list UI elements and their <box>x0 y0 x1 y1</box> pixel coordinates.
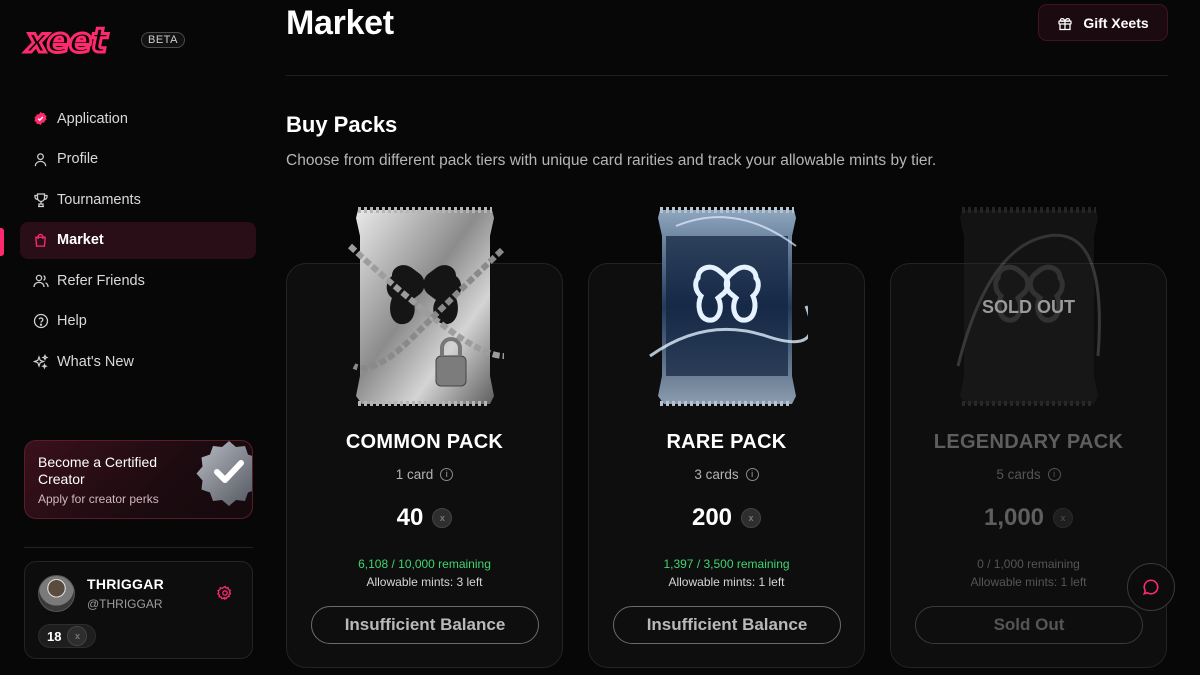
sidebar-item-profile[interactable]: Profile <box>20 141 256 178</box>
rare-pack-image <box>648 207 808 406</box>
verified-badge-icon <box>196 441 252 506</box>
pack-name: LEGENDARY PACK <box>933 431 1124 453</box>
gift-button-label: Gift Xeets <box>1083 14 1149 31</box>
card-count-text: 1 card <box>395 467 434 482</box>
xeet-coin-icon: x <box>67 626 88 646</box>
pack-price: 200 x <box>589 504 864 532</box>
sold-out-overlay: SOLD OUT <box>982 297 1075 317</box>
sidebar-item-whats-new[interactable]: What's New <box>20 344 256 381</box>
info-icon[interactable]: i <box>745 468 759 481</box>
pack-card-common: COMMON PACK 1 card i 40 x 6,108 / 10,000… <box>286 207 563 668</box>
become-creator-card[interactable]: Become a Certified Creator Apply for cre… <box>24 440 253 519</box>
creator-card-subtitle: Apply for creator perks <box>38 492 159 506</box>
user-handle: @THRIGGAR <box>87 597 163 611</box>
pack-remaining: 6,108 / 10,000 remaining <box>358 557 491 571</box>
active-indicator <box>0 228 4 256</box>
sidebar-item-label: Application <box>57 110 128 127</box>
pack-remaining: 0 / 1,000 remaining <box>977 557 1080 571</box>
logo-text: xeet <box>24 21 108 61</box>
pack-remaining: 1,397 / 3,500 remaining <box>663 557 790 571</box>
xeet-logo[interactable]: xeet <box>24 21 108 61</box>
pack-allowable-mints: Allowable mints: 3 left <box>366 575 483 589</box>
user-name: THRIGGAR <box>87 576 165 592</box>
shopping-bag-icon <box>32 232 49 249</box>
chat-button[interactable] <box>1127 563 1175 611</box>
xeet-coin-icon: x <box>432 508 453 528</box>
gift-xeets-button[interactable]: Gift Xeets <box>1038 4 1168 41</box>
sidebar-item-label: Tournaments <box>57 191 141 208</box>
gear-icon[interactable] <box>217 585 233 601</box>
balance-value: 18 <box>47 628 62 644</box>
sidebar-item-label: Help <box>57 313 87 330</box>
sidebar-nav: Application Profile Tournaments Market R… <box>20 100 256 384</box>
pack-card-count: 5 cards i <box>891 467 1166 482</box>
help-circle-icon <box>32 313 49 330</box>
user-icon <box>32 151 49 168</box>
page-title: Market <box>286 4 394 42</box>
section-title: Buy Packs <box>286 112 398 137</box>
common-pack-image <box>347 207 504 406</box>
sidebar: xeet BETA Application Profile Tournament… <box>0 0 270 675</box>
beta-badge: BETA <box>141 32 185 48</box>
user-card[interactable]: THRIGGAR @THRIGGAR 18 x <box>24 561 253 659</box>
card-count-text: 3 cards <box>694 467 739 482</box>
sidebar-item-help[interactable]: Help <box>20 303 256 340</box>
price-value: 1,000 <box>983 504 1045 531</box>
sold-out-button[interactable]: Sold Out <box>915 606 1143 644</box>
price-value: 200 <box>691 504 733 531</box>
sidebar-item-label: Refer Friends <box>57 272 145 289</box>
pack-price: 40 x <box>287 504 562 532</box>
creator-card-title: Become a Certified Creator <box>38 454 158 487</box>
sidebar-item-refer-friends[interactable]: Refer Friends <box>20 262 256 299</box>
gift-icon <box>1058 17 1072 30</box>
trophy-icon <box>32 191 49 208</box>
pack-name: COMMON PACK <box>345 431 504 453</box>
insufficient-balance-button[interactable]: Insufficient Balance <box>613 606 841 644</box>
info-icon[interactable]: i <box>1047 468 1061 481</box>
chat-icon <box>1143 579 1159 595</box>
sidebar-item-application[interactable]: Application <box>20 100 256 137</box>
header-divider <box>286 75 1168 76</box>
token-balance: 18 x <box>38 624 97 648</box>
pack-card-legendary: SOLD OUT LEGENDARY PACK 5 cards i 1,000 … <box>890 207 1167 668</box>
pack-price: 1,000 x <box>891 504 1166 532</box>
card-count-text: 5 cards <box>996 467 1041 482</box>
pack-card-count: 1 card i <box>287 467 562 482</box>
sidebar-item-market[interactable]: Market <box>20 221 256 259</box>
pack-allowable-mints: Allowable mints: 1 left <box>668 575 785 589</box>
pack-card-count: 3 cards i <box>589 467 864 482</box>
xeet-coin-icon: x <box>741 508 762 528</box>
info-icon[interactable]: i <box>440 468 454 481</box>
xeet-coin-icon: x <box>1053 508 1074 528</box>
sidebar-divider <box>24 547 253 548</box>
badge-check-icon <box>32 110 49 127</box>
sparkles-icon <box>32 354 49 371</box>
pack-card-rare: RARE PACK 3 cards i 200 x 1,397 / 3,500 … <box>588 207 865 668</box>
insufficient-balance-button[interactable]: Insufficient Balance <box>311 606 539 644</box>
pack-allowable-mints: Allowable mints: 1 left <box>970 575 1087 589</box>
pack-name: RARE PACK <box>666 431 787 453</box>
section-description: Choose from different pack tiers with un… <box>286 152 937 169</box>
users-icon <box>32 272 49 289</box>
sidebar-item-tournaments[interactable]: Tournaments <box>20 181 256 218</box>
sidebar-item-label: Market <box>57 232 104 249</box>
sidebar-item-label: What's New <box>57 354 134 371</box>
avatar[interactable] <box>38 575 75 612</box>
price-value: 40 <box>396 504 424 531</box>
sidebar-item-label: Profile <box>57 151 99 168</box>
